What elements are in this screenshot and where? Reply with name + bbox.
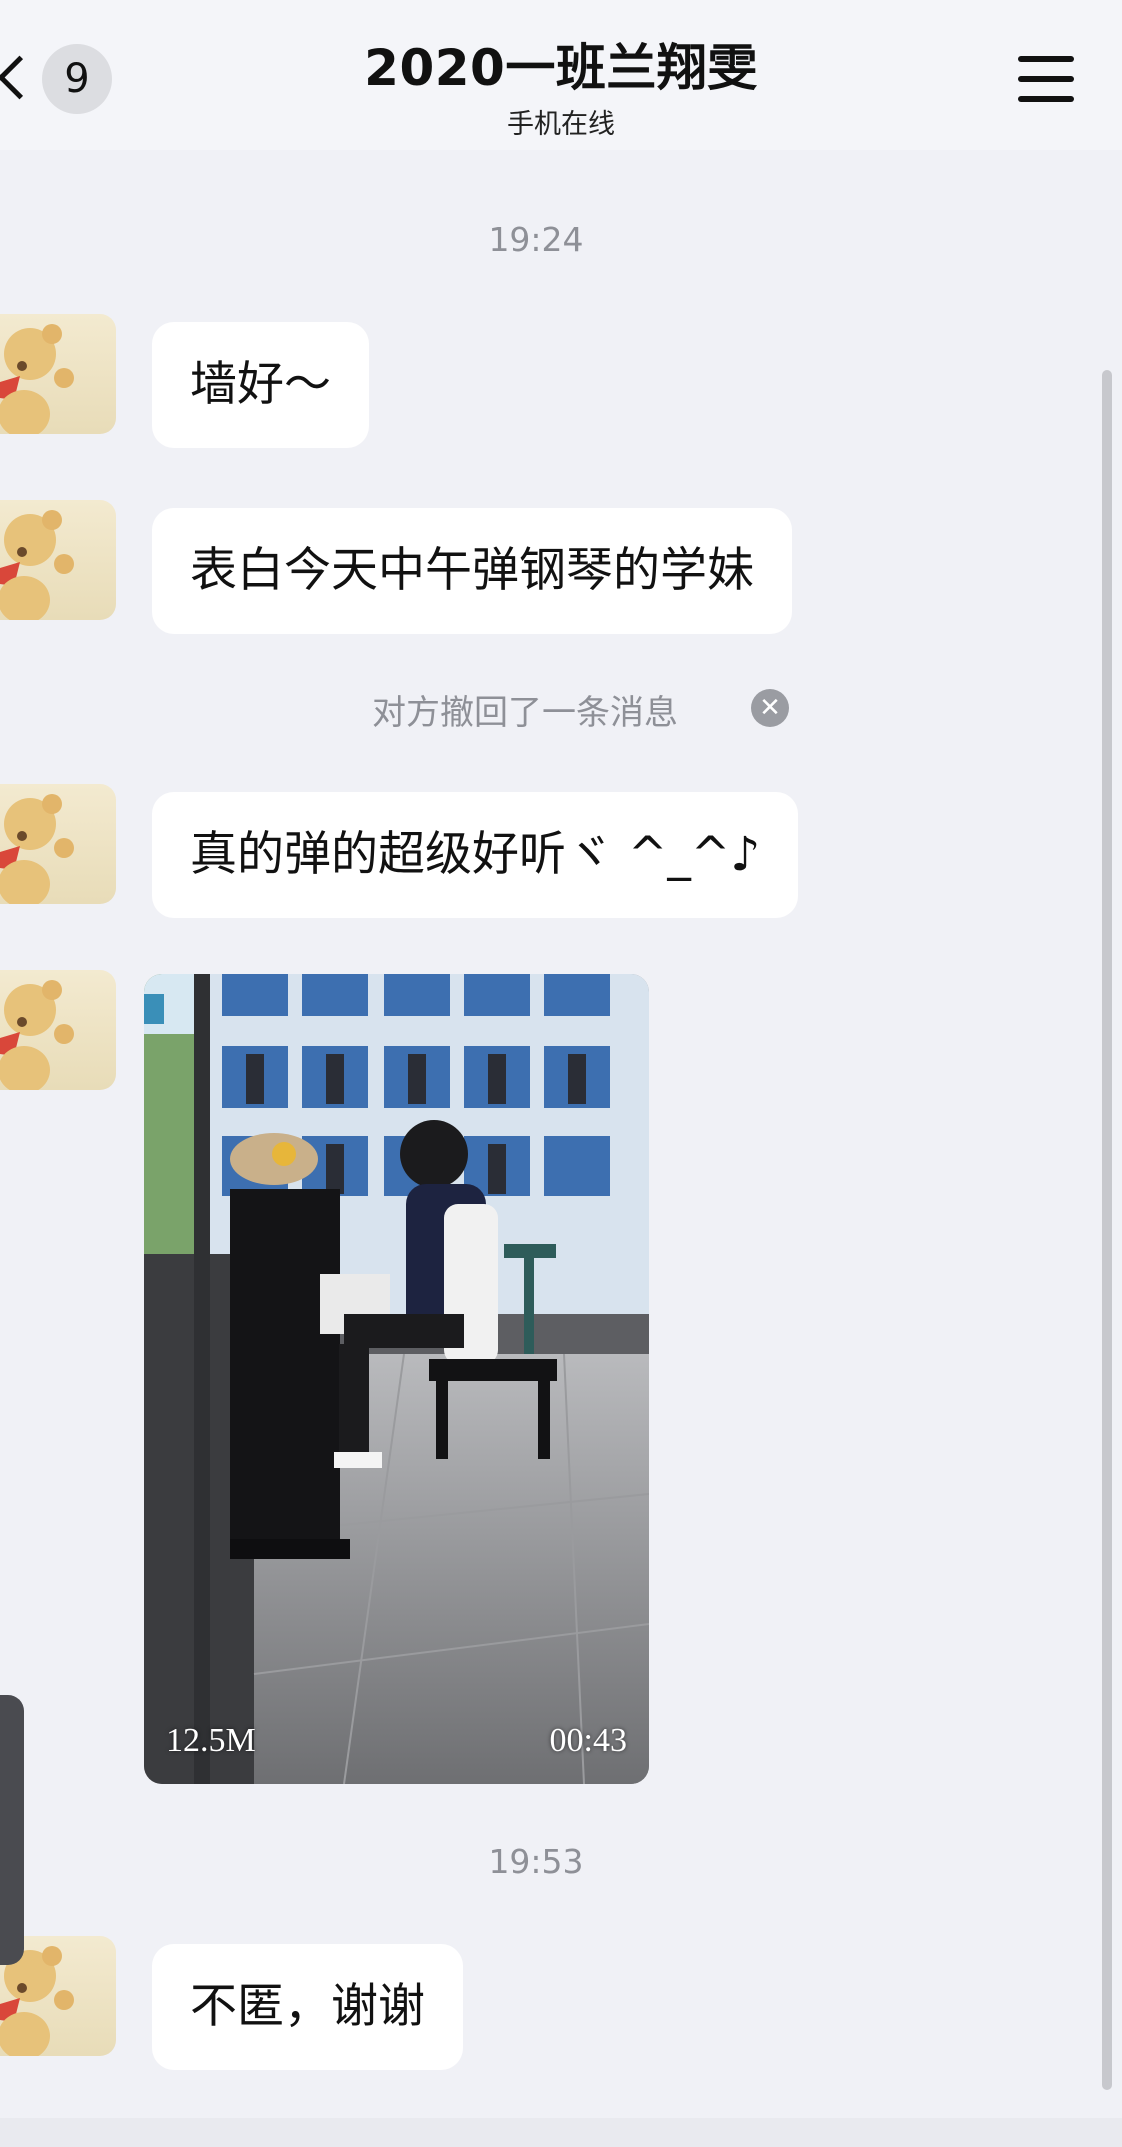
bear-avatar-icon [0,324,74,434]
online-status: 手机在线 [507,109,615,140]
video-message[interactable]: 12.5M 00:43 [144,974,649,1784]
chat-title: 2020一班兰翔雯 [364,39,758,97]
video-duration: 00:43 [549,1722,627,1759]
video-thumbnail [144,974,649,1784]
chat-header: 9 2020一班兰翔雯 手机在线 [0,0,1122,150]
avatar[interactable] [0,970,116,1090]
close-circle-icon[interactable]: ✕ [751,689,789,727]
bear-avatar-icon [0,794,74,904]
avatar[interactable] [0,500,116,620]
bottom-edge [0,2118,1122,2147]
bear-avatar-icon [0,980,74,1090]
timestamp: 19:53 [488,1842,584,1881]
video-size: 12.5M [166,1722,256,1759]
scrollbar[interactable] [1102,370,1112,2090]
message-bubble[interactable]: 不匿，谢谢 [152,1944,463,2070]
avatar[interactable] [0,314,116,434]
message-bubble[interactable]: 墙好～ [152,322,369,448]
avatar[interactable] [0,784,116,904]
bear-avatar-icon [0,510,74,620]
hamburger-menu-icon[interactable] [1018,54,1074,106]
message-bubble[interactable]: 真的弹的超级好听ヾ ^_^♪ [152,792,799,918]
side-drawer-handle[interactable] [0,1695,24,1965]
timestamp: 19:24 [488,220,584,259]
message-bubble[interactable]: 表白今天中午弹钢琴的学妹 [152,508,792,634]
recall-notice: 对方撤回了一条消息 [372,693,678,733]
chat-title-block: 2020一班兰翔雯 手机在线 [0,28,1122,141]
